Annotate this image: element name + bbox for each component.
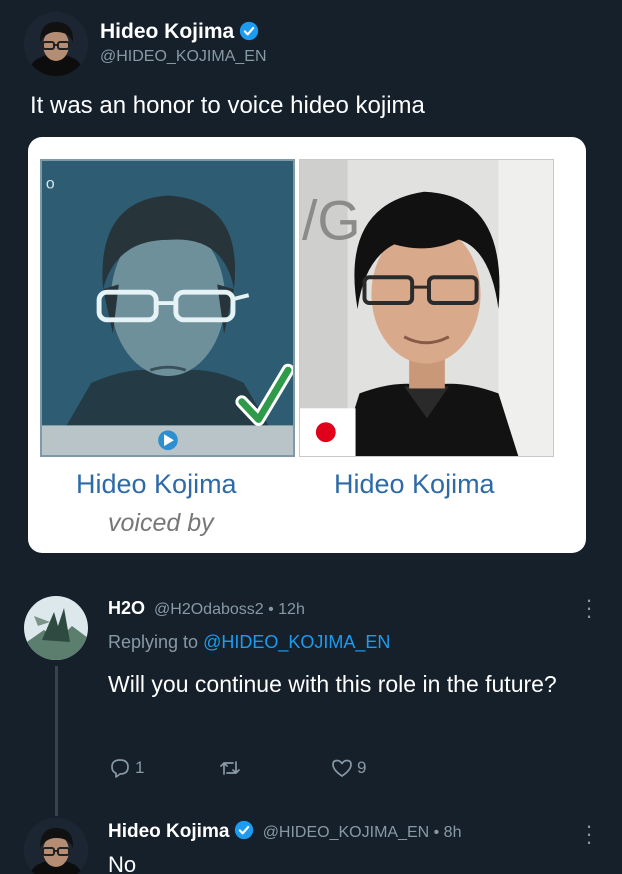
heart-icon (332, 759, 352, 777)
tweet-text: It was an honor to voice hideo kojima (30, 92, 425, 119)
reply-text: Will you continue with this role in the … (108, 671, 557, 697)
more-dots-icon[interactable]: · · · (582, 589, 596, 627)
thread-line (55, 666, 58, 816)
reply-count: 1 (135, 758, 145, 777)
comment-icon (111, 759, 129, 778)
background-letters: /G (302, 189, 361, 251)
retweet-icon (220, 761, 240, 775)
reply-author-name[interactable]: H2O (108, 598, 145, 618)
author-handle[interactable]: @HIDEO_KOJIMA_EN (100, 48, 267, 66)
author-avatar[interactable] (24, 12, 88, 76)
bottom-reply-meta[interactable]: @HIDEO_KOJIMA_EN • 8h (263, 824, 462, 841)
bottom-reply-header: Hideo Kojima @HIDEO_KOJIMA_EN • 8h (108, 820, 461, 843)
like-button[interactable]: 9 (330, 756, 366, 780)
right-name-label: Hideo Kojima (334, 469, 495, 499)
bottom-reply-text: No (108, 852, 137, 874)
reply-avatar[interactable] (24, 596, 88, 660)
left-name-label: Hideo Kojima (76, 469, 237, 499)
replying-to-mention[interactable]: @HIDEO_KOJIMA_EN (203, 632, 390, 652)
verified-badge-icon (240, 21, 259, 41)
japan-flag-icon (315, 422, 336, 443)
corner-glyph: o (46, 176, 55, 193)
reply-author-meta[interactable]: @H2Odaboss2 • 12h (154, 601, 305, 618)
author-name[interactable]: Hideo Kojima (100, 20, 259, 44)
replying-to-line: Replying to @HIDEO_KOJIMA_EN (108, 632, 390, 653)
replying-to-prefix: Replying to (108, 632, 199, 652)
game-character-image[interactable]: o (40, 159, 295, 457)
retweet-button[interactable] (218, 756, 245, 780)
like-count: 9 (357, 758, 367, 777)
bottom-reply-avatar[interactable] (24, 818, 88, 874)
verified-badge-icon (235, 820, 254, 840)
reply-actions: 1 9 (108, 756, 438, 780)
author-name-text[interactable]: Hideo Kojima (100, 20, 234, 43)
reply-header: H2O @H2Odaboss2 • 12h (108, 598, 305, 619)
more-dots-icon[interactable]: · · · (582, 815, 596, 853)
tweet-media-card[interactable]: o /G Hideo Kojima Hideo Kojima voiced by (28, 137, 586, 553)
voiced-by-label: voiced by (108, 509, 214, 537)
reply-button[interactable]: 1 (108, 756, 144, 780)
bottom-reply-author-name[interactable]: Hideo Kojima (108, 821, 229, 842)
real-person-photo[interactable]: /G (299, 159, 554, 457)
